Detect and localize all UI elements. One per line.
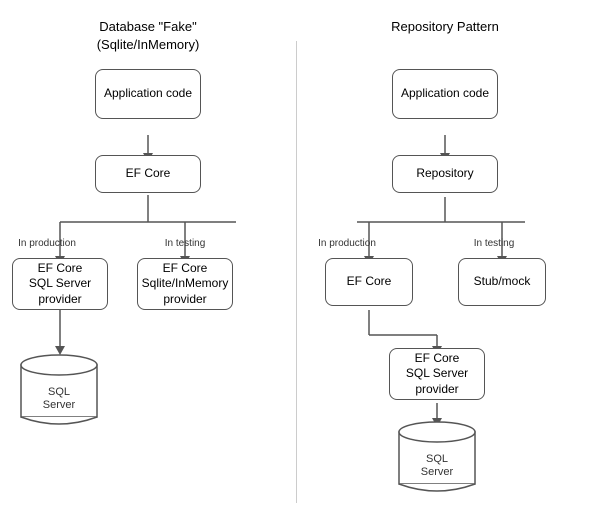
right-title: Repository Pattern [297,8,593,36]
left-in-testing-text: In testing [165,238,206,249]
left-in-production-text: In production [18,238,76,249]
right-app-code-box: Application code [392,69,498,119]
main-container: Database "Fake" (Sqlite/InMemory) Applic… [0,0,593,514]
right-repository-box: Repository [392,155,498,193]
right-title-text: Repository Pattern [391,19,499,34]
left-ef-core-box: EF Core [95,155,201,193]
svg-text:Server: Server [43,399,76,411]
left-app-code-box: Application code [95,69,201,119]
left-in-production-label: In production [12,238,82,249]
left-db-cylinder: SQL Server [20,353,98,425]
left-in-testing-label: In testing [155,238,215,249]
right-app-code-label: Application code [401,86,489,102]
right-stub-mock-label: Stub/mock [474,274,531,290]
right-provider-box: EF Core SQL Server provider [389,348,485,400]
left-provider1-box: EF Core SQL Server provider [12,258,108,310]
right-ef-core-box: EF Core [325,258,413,306]
right-in-production-text: In production [318,238,376,249]
left-subtitle-text: (Sqlite/InMemory) [97,37,200,52]
right-in-testing-text: In testing [474,238,515,249]
left-ef-core-label: EF Core [126,166,171,182]
left-app-code-label: Application code [104,86,192,102]
right-in-testing-label: In testing [459,238,529,249]
left-title: Database "Fake" (Sqlite/InMemory) [0,8,296,54]
left-provider2-box: EF Core Sqlite/InMemory provider [137,258,233,310]
right-stub-mock-box: Stub/mock [458,258,546,306]
svg-text:SQL: SQL [48,386,70,398]
svg-text:Server: Server [421,466,454,478]
right-in-production-label: In production [307,238,387,249]
svg-text:SQL: SQL [426,453,448,465]
left-diagram: Database "Fake" (Sqlite/InMemory) Applic… [0,0,296,514]
right-db-cylinder: SQL Server [398,420,476,492]
right-repository-label: Repository [416,166,473,182]
right-ef-core-label: EF Core [347,274,392,290]
right-diagram: Repository Pattern [297,0,593,514]
left-title-text: Database "Fake" [99,19,196,34]
